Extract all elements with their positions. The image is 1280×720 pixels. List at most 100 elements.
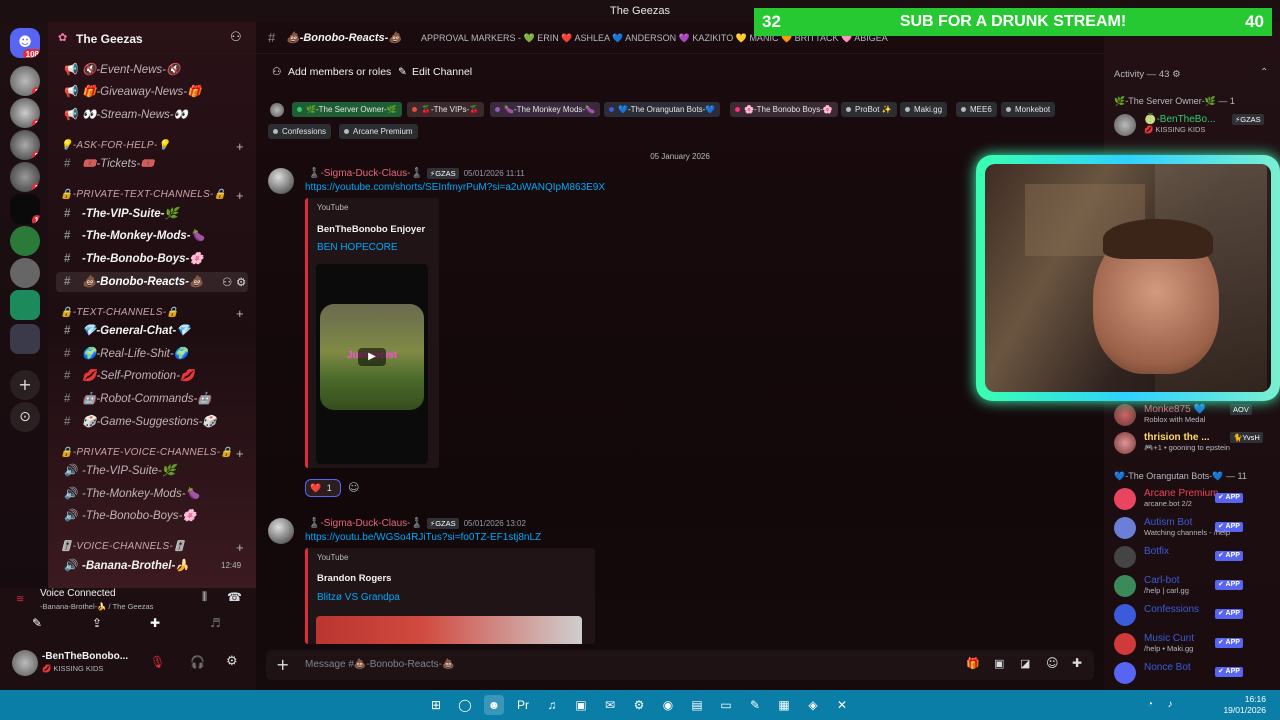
screen-share-icon[interactable]: ⇪ [92, 616, 102, 630]
member-row-bot[interactable]: Autism Bot ✔ APP Watching channels - /help [1114, 517, 1274, 539]
channel-stream-news[interactable]: 📢 👀-Stream-News-👀 [56, 105, 248, 125]
activities-icon[interactable]: ✚ [150, 616, 160, 630]
sticker-icon[interactable]: ◪ [1020, 657, 1030, 670]
role-chip[interactable]: Monkebot [1001, 102, 1056, 117]
add-friend-icon[interactable]: ⚇ [230, 30, 242, 45]
message-avatar[interactable] [268, 168, 294, 194]
category-private-voice[interactable]: 🔒-PRIVATE-VOICE-CHANNELS-🔒 + [60, 446, 244, 461]
discord-icon[interactable]: ☻ [484, 695, 504, 715]
direct-messages-button[interactable]: ☻ 108 [10, 28, 40, 58]
add-reaction-icon[interactable]: ☺ [348, 481, 359, 494]
add-server-button[interactable]: + [10, 370, 40, 400]
message-link[interactable]: https://youtube.com/shorts/SEInfmyrPuM?s… [305, 182, 605, 193]
server-icon[interactable]: 1 [10, 66, 40, 96]
server-icon[interactable]: 1 [10, 98, 40, 128]
video-thumbnail[interactable] [316, 616, 582, 644]
channel-event-news[interactable]: 📢 🔇-Event-News-🔇 [56, 60, 248, 80]
apps-icon[interactable]: ✚ [1072, 656, 1082, 670]
member-row[interactable]: Monke875 💙 AOV Roblox with Medal [1114, 404, 1274, 426]
message-author[interactable]: ♟️-Sigma-Duck-Claus-♟️ ⚡GZAS 05/01/2026 11… [308, 168, 525, 179]
channel-robot-commands[interactable]: # 🤖-Robot-Commands-🤖 [56, 389, 248, 409]
embed-title[interactable]: BEN HOPECORE [317, 242, 398, 253]
add-channel-icon[interactable]: + [236, 446, 244, 461]
start-icon[interactable]: ⊞ [426, 695, 446, 715]
chevron-up-icon[interactable]: ⌃ [1260, 67, 1268, 78]
member-row[interactable]: thrision the ... 🐈YvsH 🎮+1 • gooning to … [1114, 432, 1274, 454]
message-input[interactable]: Message #💩-Bonobo-Reacts-💩 [305, 659, 454, 670]
app-icon[interactable]: ◯ [455, 695, 475, 715]
role-chip[interactable]: Confessions [268, 124, 332, 139]
server-icon[interactable]: 1 [10, 162, 40, 192]
channel-giveaway-news[interactable]: 📢 🎁-Giveaway-News-🎁 [56, 82, 248, 102]
invite-icon[interactable]: ⚇ [222, 272, 232, 292]
server-folder[interactable] [10, 324, 40, 354]
gif-icon[interactable]: ▣ [994, 657, 1004, 670]
avatar[interactable] [12, 650, 38, 676]
channel-bonobo-reacts[interactable]: # 💩-Bonobo-Reacts-💩 ⚇ ⚙ [56, 272, 248, 292]
premiere-icon[interactable]: Pr [513, 695, 533, 715]
member-row-bot[interactable]: Botfix ✔ APP [1114, 546, 1274, 568]
category-text-channels[interactable]: 🔒-TEXT-CHANNELS-🔒 + [60, 306, 244, 321]
server-header[interactable]: ✿ The Geezas ⌄ ⚇ [48, 22, 256, 54]
emoji-icon[interactable]: ☺ [1046, 656, 1059, 670]
server-icon[interactable] [10, 258, 40, 288]
notepad-icon[interactable]: ✎ [745, 695, 765, 715]
noise-suppression-icon[interactable]: ⫼ [202, 590, 207, 604]
voice-channel-bonobo-boys[interactable]: 🔊 -The-Bonobo-Boys-🌸 [56, 506, 248, 526]
channel-monkey-mods[interactable]: # -The-Monkey-Mods-🍆 [56, 226, 248, 246]
category-voice-channels[interactable]: 🎚️-VOICE-CHANNELS-🎚️ + [60, 540, 244, 555]
stream-deck-icon[interactable]: ▤ [687, 695, 707, 715]
server-icon[interactable] [10, 290, 40, 320]
role-chip[interactable]: 💙-The Orangutan Bots-💙 [604, 102, 721, 117]
play-icon[interactable]: ▶ [358, 348, 386, 366]
embed-author[interactable]: BenTheBonobo Enjoyer [317, 224, 425, 235]
role-chip[interactable]: ProBot ✨ [841, 102, 897, 117]
gear-icon[interactable]: ⚙ [236, 272, 246, 292]
server-icon[interactable] [10, 226, 40, 256]
member-row[interactable]: 🍈-BenTheBo... ⚡GZAS 💋 KISSING KIDS [1114, 114, 1274, 136]
spotify-icon[interactable]: ♫ [542, 695, 562, 715]
video-thumbnail[interactable]: Just racist ▶ [316, 264, 428, 464]
role-chip[interactable]: Maki.gg [900, 102, 948, 117]
channel-general-chat[interactable]: # 💎-General-Chat-💎 [56, 321, 248, 341]
channel-self-promotion[interactable]: # 💋-Self-Promotion-💋 [56, 366, 248, 386]
voice-channel-vip-suite[interactable]: 🔊 -The-VIP-Suite-🌿 [56, 461, 248, 481]
role-chip[interactable]: Arcane Premium [339, 124, 418, 139]
app-icon[interactable]: ◈ [803, 695, 823, 715]
reaction-heart[interactable]: ❤️ 1 [305, 479, 341, 497]
embed-title[interactable]: Blitzø VS Grandpa [317, 592, 400, 603]
member-row-bot[interactable]: Arcane Premium ✔ APP arcane.bot 2/2 [1114, 488, 1274, 510]
capcut-icon[interactable]: ✕ [832, 695, 852, 715]
category-private-text[interactable]: 🔒-PRIVATE-TEXT-CHANNELS-🔒 + [60, 188, 244, 203]
add-channel-icon[interactable]: + [236, 306, 244, 321]
add-channel-icon[interactable]: + [236, 139, 244, 154]
server-icon-the-geezas[interactable]: 1 [10, 194, 40, 224]
edit-channel-button[interactable]: ✎ Edit Channel [396, 61, 472, 83]
message-link[interactable]: https://youtu.be/WGSo4RJiTus?si=fo0TZ-EF… [305, 532, 541, 543]
nvidia-icon[interactable]: ▣ [571, 695, 591, 715]
role-chip[interactable]: 🌸-The Bonobo Boys-🌸 [730, 102, 838, 117]
activity-header[interactable]: Activity — 43 ⚙ [1114, 69, 1181, 80]
embed-author[interactable]: Brandon Rogers [317, 573, 391, 584]
disconnect-icon[interactable]: ☎ [227, 590, 242, 604]
role-chip[interactable]: 🍆-The Monkey Mods-🍆 [490, 102, 601, 117]
system-clock[interactable]: 16:16 19/01/2026 [1223, 694, 1266, 716]
browser-icon[interactable]: ◉ [658, 695, 678, 715]
role-chip[interactable]: 🌿-The Server Owner-🌿 [292, 102, 402, 117]
category-ask-for-help[interactable]: 💡-ASK-FOR-HELP-💡 + [60, 139, 244, 154]
server-icon[interactable]: 2 [10, 130, 40, 160]
member-row-bot[interactable]: Confessions ✔ APP [1114, 604, 1274, 626]
voice-channel-banana-brothel[interactable]: 🔊 -Banana-Brothel-🍌 12:49 [56, 556, 248, 576]
steam-icon[interactable]: ⚙ [629, 695, 649, 715]
app-icon[interactable]: ▦ [774, 695, 794, 715]
channel-bonobo-boys[interactable]: # -The-Bonobo-Boys-🌸 [56, 249, 248, 269]
add-channel-icon[interactable]: + [236, 188, 244, 203]
channel-tickets[interactable]: # 🎟️-Tickets-🎟️ [56, 154, 248, 174]
chat-icon[interactable]: ✉ [600, 695, 620, 715]
add-members-button[interactable]: ⚇ Add members or roles [268, 61, 391, 83]
member-row-bot[interactable]: Nonce Bot ✔ APP [1114, 662, 1274, 684]
soundboard-icon[interactable]: ♬ [210, 616, 221, 630]
voice-channel-monkey-mods[interactable]: 🔊 -The-Monkey-Mods-🍆 [56, 484, 248, 504]
channel-real-life-shit[interactable]: # 🌍-Real-Life-Shit-🌍 [56, 344, 248, 364]
wifi-icon[interactable]: ◔ [1140, 695, 1160, 715]
